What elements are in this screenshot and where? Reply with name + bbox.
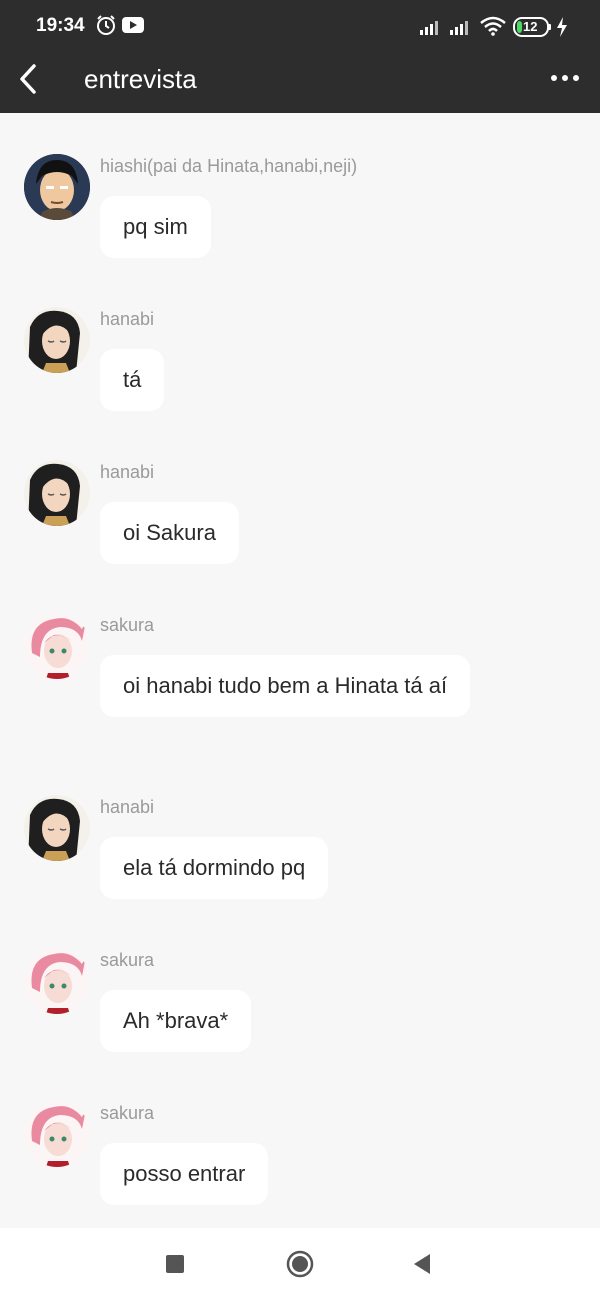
- avatar-sakura[interactable]: [24, 948, 90, 1014]
- avatar-hanabi[interactable]: [24, 795, 90, 861]
- avatar-sakura[interactable]: [24, 613, 90, 679]
- top-bar: 19:34 12 entrevista: [0, 0, 600, 113]
- sender-name: hanabi: [100, 797, 155, 817]
- message-bubble[interactable]: ela tá dormindo pq: [100, 837, 329, 899]
- message-bubble[interactable]: Ah *brava*: [100, 990, 252, 1052]
- message-bubble[interactable]: oi Sakura: [100, 502, 239, 564]
- message-bubble[interactable]: posso entrar: [100, 1143, 269, 1205]
- nav-back-icon[interactable]: [412, 1252, 432, 1276]
- sender-name: sakura: [100, 1103, 155, 1123]
- status-time: 19:34: [36, 15, 85, 36]
- battery-level: 12: [523, 19, 538, 34]
- message-bubble[interactable]: oi hanabi tudo bem a Hinata tá aí: [100, 655, 471, 717]
- youtube-icon: [122, 17, 144, 38]
- more-icon: [551, 75, 579, 81]
- sender-name: sakura: [100, 615, 155, 635]
- charging-icon: [556, 17, 568, 42]
- sender-name: hanabi: [100, 462, 155, 482]
- back-arrow-icon: [20, 64, 36, 94]
- alarm-icon: [95, 14, 117, 41]
- message-bubble[interactable]: tá: [100, 349, 165, 411]
- system-navigation-bar: [0, 1228, 600, 1300]
- battery-icon: 12: [513, 17, 553, 42]
- avatar-hiashi[interactable]: [24, 154, 90, 220]
- signal-icon: [420, 18, 472, 41]
- sender-name: hanabi: [100, 309, 155, 329]
- chat-title: entrevista: [84, 64, 197, 94]
- sender-name: sakura: [100, 950, 155, 970]
- message-bubble[interactable]: pq sim: [100, 196, 211, 258]
- sender-name: hiashi(pai da Hinata,hanabi,neji): [100, 156, 358, 176]
- nav-home-icon[interactable]: [286, 1250, 314, 1278]
- more-options-button[interactable]: [548, 66, 582, 90]
- avatar-sakura[interactable]: [24, 1101, 90, 1167]
- wifi-icon: [480, 16, 506, 41]
- avatar-hanabi[interactable]: [24, 460, 90, 526]
- back-button[interactable]: [14, 62, 42, 96]
- nav-recents-icon[interactable]: [166, 1255, 184, 1273]
- avatar-hanabi[interactable]: [24, 307, 90, 373]
